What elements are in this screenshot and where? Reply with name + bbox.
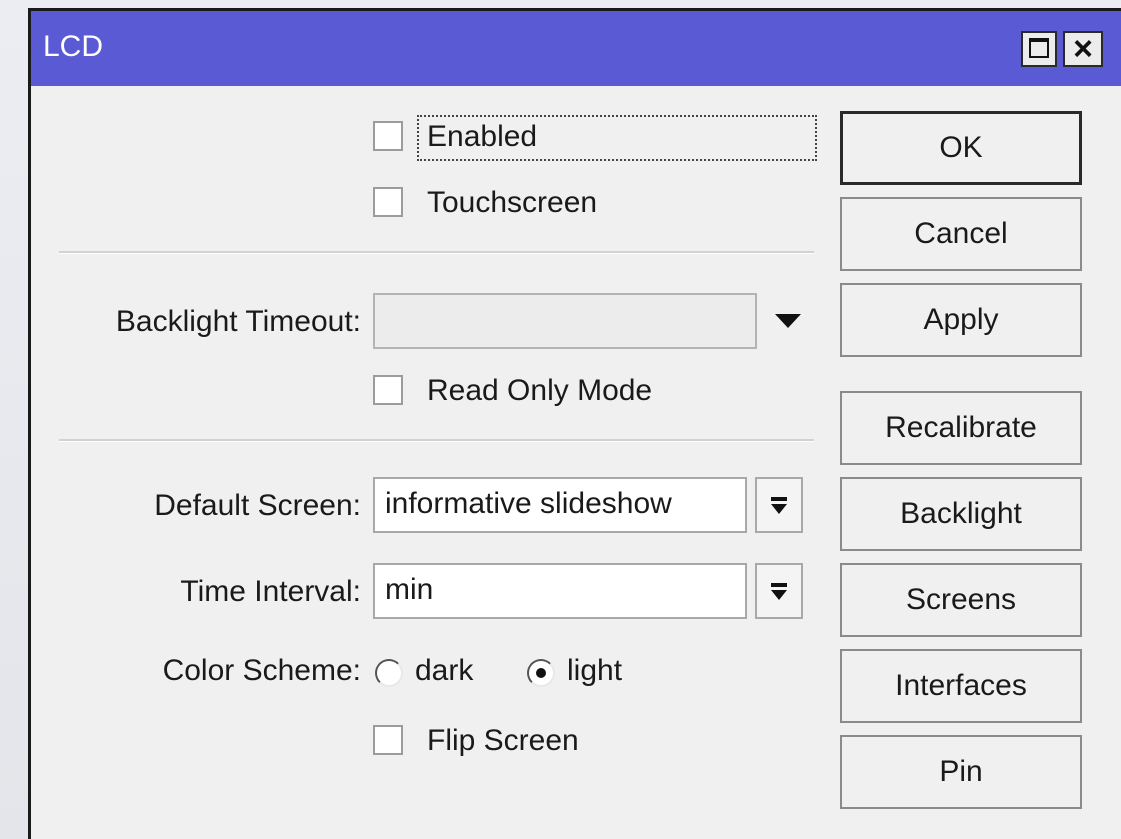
flip-screen-label[interactable]: Flip Screen (427, 723, 579, 759)
close-button[interactable]: × (1063, 31, 1103, 67)
time-interval-dropdown-button[interactable] (755, 563, 803, 619)
flip-screen-checkbox[interactable] (373, 725, 403, 755)
window-title: LCD (43, 30, 104, 63)
dropdown-bar-icon (771, 497, 787, 501)
dropdown-arrow-icon (771, 504, 787, 514)
separator (59, 251, 814, 254)
touchscreen-checkbox[interactable] (373, 187, 403, 217)
read-only-mode-checkbox[interactable] (373, 375, 403, 405)
color-scheme-light-label[interactable]: light (567, 653, 622, 689)
maximize-button[interactable] (1021, 31, 1057, 67)
dropdown-arrow-icon (771, 590, 787, 600)
apply-button[interactable]: Apply (840, 283, 1082, 357)
default-screen-label: Default Screen: (154, 489, 361, 522)
color-scheme-dark-radio[interactable] (375, 659, 403, 687)
lcd-settings-window: LCD × Enabled Touchscreen Backlight Time… (28, 8, 1121, 839)
touchscreen-label[interactable]: Touchscreen (427, 185, 597, 221)
backlight-timeout-dropdown-icon[interactable] (775, 314, 801, 328)
interfaces-button[interactable]: Interfaces (840, 649, 1082, 723)
read-only-mode-label[interactable]: Read Only Mode (427, 373, 652, 409)
pin-button[interactable]: Pin (840, 735, 1082, 809)
recalibrate-button[interactable]: Recalibrate (840, 391, 1082, 465)
title-bar[interactable]: LCD × (31, 11, 1121, 86)
enabled-label[interactable]: Enabled (427, 119, 537, 155)
close-icon: × (1073, 30, 1093, 68)
color-scheme-label: Color Scheme: (162, 654, 361, 687)
ok-button[interactable]: OK (840, 111, 1082, 185)
radio-selected-dot (536, 668, 546, 678)
separator (59, 439, 814, 442)
maximize-icon (1029, 38, 1049, 58)
screens-button[interactable]: Screens (840, 563, 1082, 637)
default-screen-dropdown-button[interactable] (755, 477, 803, 533)
enabled-checkbox[interactable] (373, 121, 403, 151)
backlight-timeout-label: Backlight Timeout: (115, 305, 361, 338)
default-screen-input[interactable]: informative slideshow (373, 477, 747, 533)
backlight-timeout-input[interactable] (373, 293, 757, 349)
time-interval-label: Time Interval: (180, 575, 361, 608)
time-interval-input[interactable]: min (373, 563, 747, 619)
dropdown-bar-icon (771, 583, 787, 587)
backlight-button[interactable]: Backlight (840, 477, 1082, 551)
cancel-button[interactable]: Cancel (840, 197, 1082, 271)
color-scheme-light-radio[interactable] (527, 659, 555, 687)
color-scheme-dark-label[interactable]: dark (415, 653, 473, 689)
